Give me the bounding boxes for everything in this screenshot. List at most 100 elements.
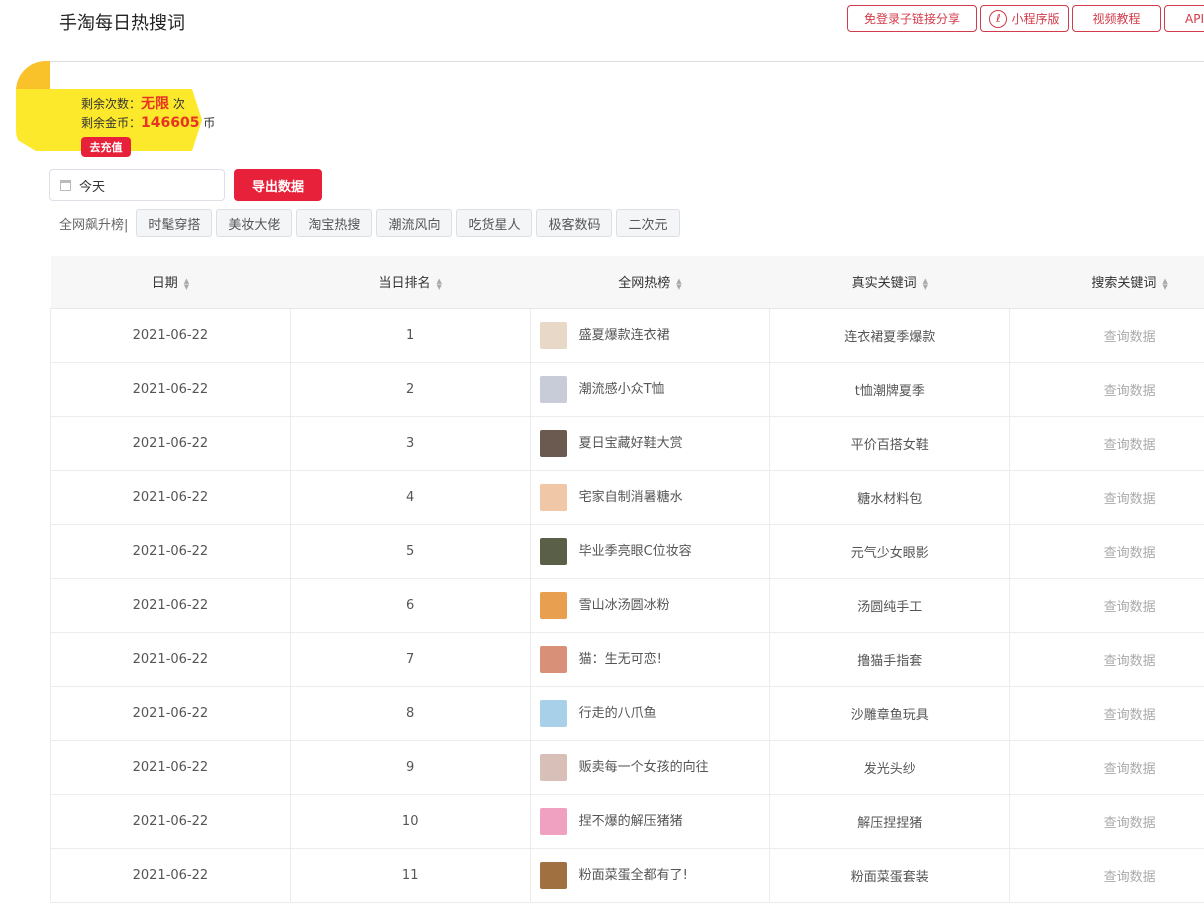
hot-title: 盛夏爆款连衣裙 (579, 328, 670, 343)
recharge-button[interactable]: 去充值 (81, 137, 131, 157)
product-thumbnail (540, 376, 567, 403)
remaining-times: 剩余次数：无限 次 (81, 93, 185, 113)
tag-button[interactable]: 吃货星人 (456, 209, 532, 237)
date-cell: 2021-06-22 (51, 470, 291, 524)
mini-program-label: 小程序版 (1011, 10, 1059, 27)
keyword-cell: 糖水材料包 (770, 470, 1010, 524)
hot-cell: 盛夏爆款连衣裙 (530, 308, 770, 362)
query-data-link[interactable]: 查询数据 (1010, 470, 1204, 524)
share-link-button[interactable]: 免登录子链接分享 (847, 5, 977, 32)
table-row: 2021-06-221 盛夏爆款连衣裙 连衣裙夏季爆款查询数据 (51, 308, 1204, 362)
query-data-link[interactable]: 查询数据 (1010, 848, 1204, 902)
table-row: 2021-06-2211粉面菜蛋全都有了!粉面菜蛋套装查询数据 (51, 848, 1204, 902)
keyword-cell: 元气少女眼影 (770, 524, 1010, 578)
hot-title: 粉面菜蛋全都有了! (579, 868, 688, 883)
date-cell: 2021-06-22 (51, 362, 291, 416)
hot-title: 潮流感小众T恤 (579, 382, 665, 397)
hot-words-table: 日期▲▼当日排名▲▼全网热榜▲▼真实关键词▲▼搜索关键词▲▼ 2021-06-2… (50, 256, 1204, 903)
top-actions: 免登录子链接分享 ℓ小程序版 视频教程 API (847, 5, 1204, 32)
query-data-link[interactable]: 查询数据 (1010, 686, 1204, 740)
keyword-cell: 解压捏捏猪 (770, 794, 1010, 848)
sort-icon[interactable]: ▲▼ (184, 278, 189, 290)
date-picker[interactable]: 今天 (49, 169, 225, 201)
tag-button[interactable]: 二次元 (616, 209, 679, 237)
query-data-link[interactable]: 查询数据 (1010, 632, 1204, 686)
query-data-link[interactable]: 查询数据 (1010, 308, 1204, 362)
remaining-coins: 剩余金币：146605 币 (81, 114, 215, 131)
rank-cell: 5 (290, 524, 530, 578)
column-header[interactable]: 日期 ▲▼ (51, 256, 291, 308)
date-cell: 2021-06-22 (51, 416, 291, 470)
table-row: 2021-06-223夏日宝藏好鞋大赏平价百搭女鞋查询数据 (51, 416, 1204, 470)
video-tutorial-button[interactable]: 视频教程 (1072, 5, 1161, 32)
query-data-link[interactable]: 查询数据 (1010, 524, 1204, 578)
product-thumbnail (540, 322, 567, 349)
header-label: 全网热榜 (618, 276, 670, 291)
divider (50, 61, 1204, 62)
tag-button[interactable]: 时髦穿搭 (136, 209, 212, 237)
sort-icon[interactable]: ▲▼ (676, 278, 681, 290)
hot-title: 雪山冰汤圆冰粉 (579, 598, 670, 613)
keyword-cell: 撸猫手指套 (770, 632, 1010, 686)
query-data-link[interactable]: 查询数据 (1010, 740, 1204, 794)
hot-cell: 夏日宝藏好鞋大赏 (530, 416, 770, 470)
coins-unit: 币 (203, 116, 215, 130)
column-header[interactable]: 真实关键词▲▼ (770, 256, 1010, 308)
header-label: 当日排名 (378, 276, 430, 291)
mini-program-icon: ℓ (989, 10, 1007, 28)
sort-icon[interactable]: ▲▼ (1162, 278, 1167, 290)
table-row: 2021-06-224宅家自制消暑糖水糖水材料包查询数据 (51, 470, 1204, 524)
hot-cell: 粉面菜蛋全都有了! (530, 848, 770, 902)
product-thumbnail (540, 862, 567, 889)
rank-cell: 9 (290, 740, 530, 794)
times-value: 无限 (141, 96, 169, 112)
tag-button[interactable]: 美妆大佬 (216, 209, 292, 237)
keyword-cell: 发光头纱 (770, 740, 1010, 794)
rank-cell: 6 (290, 578, 530, 632)
product-thumbnail (540, 592, 567, 619)
mini-program-button[interactable]: ℓ小程序版 (980, 5, 1069, 32)
rank-cell: 1 (290, 308, 530, 362)
tag-button[interactable]: 淘宝热搜 (296, 209, 372, 237)
query-data-link[interactable]: 查询数据 (1010, 416, 1204, 470)
column-header[interactable]: 搜索关键词 ▲▼ (1010, 256, 1204, 308)
hot-cell: 捏不爆的解压猪猪 (530, 794, 770, 848)
times-label: 剩余次数： (81, 97, 141, 111)
tag-button[interactable]: 潮流风向 (376, 209, 452, 237)
sort-icon[interactable]: ▲▼ (923, 278, 928, 290)
query-data-link[interactable]: 查询数据 (1010, 362, 1204, 416)
column-header[interactable]: 当日排名 ▲▼ (290, 256, 530, 308)
table-row: 2021-06-229贩卖每一个女孩的向往发光头纱查询数据 (51, 740, 1204, 794)
header-label: 搜索关键词 (1091, 276, 1156, 291)
api-button[interactable]: API (1164, 5, 1204, 32)
product-thumbnail (540, 808, 567, 835)
hot-cell: 猫：生无可恋! (530, 632, 770, 686)
export-button[interactable]: 导出数据 (234, 169, 322, 201)
table-row: 2021-06-2210捏不爆的解压猪猪解压捏捏猪查询数据 (51, 794, 1204, 848)
rank-cell: 11 (290, 848, 530, 902)
page-title: 手淘每日热搜词 (59, 9, 185, 35)
hot-cell: 宅家自制消暑糖水 (530, 470, 770, 524)
table-row: 2021-06-222潮流感小众T恤t恤潮牌夏季查询数据 (51, 362, 1204, 416)
query-data-link[interactable]: 查询数据 (1010, 578, 1204, 632)
column-header[interactable]: 全网热榜 ▲▼ (530, 256, 770, 308)
coins-value: 146605 (141, 115, 199, 131)
product-thumbnail (540, 430, 567, 457)
date-cell: 2021-06-22 (51, 578, 291, 632)
product-thumbnail (540, 700, 567, 727)
table-row: 2021-06-228行走的八爪鱼沙雕章鱼玩具查询数据 (51, 686, 1204, 740)
keyword-cell: 连衣裙夏季爆款 (770, 308, 1010, 362)
sort-icon[interactable]: ▲▼ (437, 278, 442, 290)
date-cell: 2021-06-22 (51, 848, 291, 902)
coins-label: 剩余金币： (81, 116, 141, 130)
header-label: 日期 (152, 276, 178, 291)
hot-title: 贩卖每一个女孩的向往 (579, 760, 709, 775)
date-cell: 2021-06-22 (51, 308, 291, 362)
query-data-link[interactable]: 查询数据 (1010, 794, 1204, 848)
tag-button[interactable]: 极客数码 (536, 209, 612, 237)
rank-cell: 2 (290, 362, 530, 416)
hot-title: 猫：生无可恋! (579, 652, 662, 667)
product-thumbnail (540, 484, 567, 511)
hot-title: 夏日宝藏好鞋大赏 (579, 436, 683, 451)
category-tags: 全网飙升榜|时髦穿搭美妆大佬淘宝热搜潮流风向吃货星人极客数码二次元 (59, 209, 680, 237)
